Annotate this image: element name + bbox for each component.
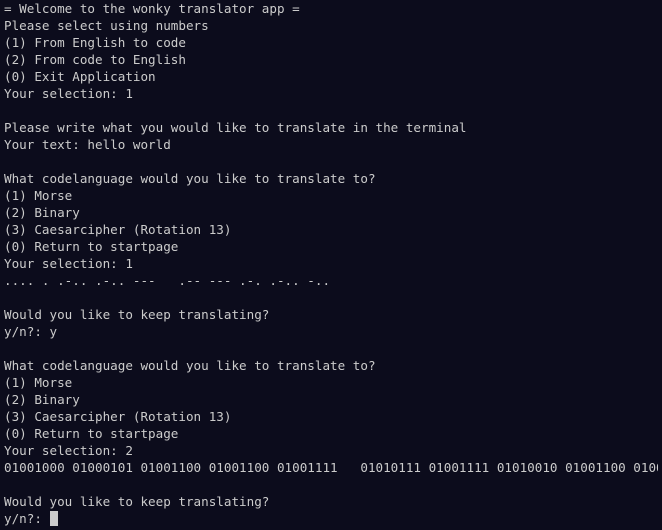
terminal-line: (2) Binary [4,392,80,407]
terminal-line: Would you like to keep translating? [4,494,270,509]
terminal-line: (1) Morse [4,188,73,203]
terminal-line: Your selection: 1 [4,86,133,101]
terminal-line: (2) Binary [4,205,80,220]
text-cursor[interactable] [49,511,58,526]
terminal-line: (1) From English to code [4,35,186,50]
terminal-line: (3) Caesarcipher (Rotation 13) [4,222,232,237]
terminal-line: (0) Exit Application [4,69,156,84]
terminal-line: Your text: hello world [4,137,171,152]
terminal-line: Please write what you would like to tran… [4,120,467,135]
terminal-line: (1) Morse [4,375,73,390]
terminal-line: (0) Return to startpage [4,239,179,254]
terminal-line: .... . .-.. .-.. --- .-- --- .-. .-.. -.… [4,273,331,288]
terminal-line: = Welcome to the wonky translator app = [4,1,300,16]
terminal-line: (2) From code to English [4,52,186,67]
terminal-line: Your selection: 2 [4,443,133,458]
terminal-line: Your selection: 1 [4,256,133,271]
terminal-line: 01001000 01000101 01001100 01001100 0100… [4,460,658,475]
prompt-line[interactable]: y/n?: [4,510,658,527]
terminal-line: Please select using numbers [4,18,209,33]
terminal-window[interactable]: = Welcome to the wonky translator app = … [0,0,662,530]
terminal-line: y/n?: y [4,324,58,339]
terminal-line: (0) Return to startpage [4,426,179,441]
terminal-line: Would you like to keep translating? [4,307,270,322]
terminal-line: (3) Caesarcipher (Rotation 13) [4,409,232,424]
prompt-text: y/n?: [4,511,50,526]
terminal-line: What codelanguage would you like to tran… [4,358,376,373]
terminal-line: What codelanguage would you like to tran… [4,171,376,186]
